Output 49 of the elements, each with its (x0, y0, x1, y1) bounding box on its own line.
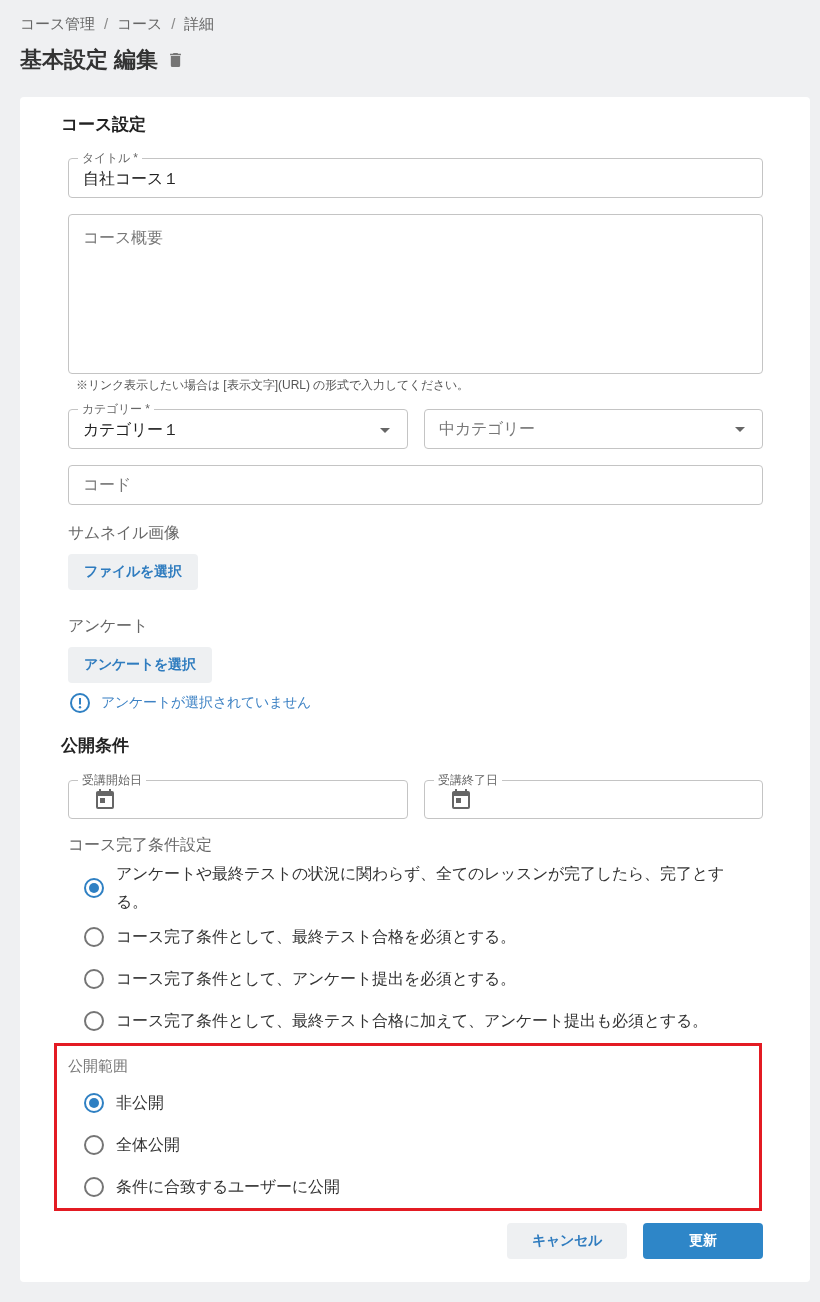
category-select[interactable]: カテゴリー * カテゴリー１ (68, 403, 408, 449)
notice-text: アンケートが選択されていません (101, 694, 311, 712)
breadcrumb-link[interactable]: コース管理 (20, 12, 95, 36)
date-field[interactable]: 受講開始日 (68, 774, 408, 819)
field-label: 公開範囲 (68, 1056, 128, 1076)
breadcrumb-separator: / (171, 14, 176, 34)
code-field[interactable]: コード (68, 465, 763, 505)
radio-button[interactable] (84, 1177, 104, 1197)
option-label: コース完了条件として、アンケート提出を必須とする。 (116, 969, 516, 989)
option-label: コース完了条件として、最終テスト合格を必須とする。 (116, 927, 516, 947)
subcategory-select[interactable]: 中カテゴリー (423, 409, 763, 449)
file-select-button[interactable]: ファイルを選択 (68, 554, 198, 590)
title-field[interactable]: タイトル * 自社コース１ (68, 152, 763, 198)
option-label: 条件に合致するユーザーに公開 (116, 1177, 340, 1197)
option-label: 非公開 (116, 1093, 164, 1113)
radio-button[interactable] (84, 1135, 104, 1155)
hint-text: ※リンク表示したい場合は [表示文字](URL) の形式で入力してください。 (75, 377, 471, 393)
calendar-icon[interactable] (451, 789, 470, 809)
secondary-button[interactable]: キャンセル (507, 1223, 627, 1259)
option-label: 全体公開 (116, 1135, 180, 1155)
radio-button[interactable] (84, 1011, 104, 1031)
breadcrumb-separator: / (104, 14, 109, 34)
radio-button[interactable] (84, 927, 104, 947)
field-label: サムネイル画像 (68, 523, 180, 543)
breadcrumb-link[interactable]: 詳細 (184, 12, 215, 36)
radio-button[interactable] (84, 878, 104, 898)
trash-icon[interactable] (170, 53, 182, 67)
option-label: コース完了条件として、最終テスト合格に加えて、アンケート提出も必須とする。 (116, 1011, 708, 1031)
summary-field[interactable]: コース概要 (68, 214, 763, 374)
field-label: アンケート (68, 616, 148, 636)
field-label: カテゴリー * (81, 403, 151, 415)
option-label: アンケートや最終テストの状況に関わらず、全てのレッスンが完了したら、完了とする。 (116, 864, 725, 912)
page-title: 基本設定 編集 (20, 46, 159, 74)
section-heading: 公開条件 (61, 735, 130, 757)
primary-button[interactable]: 更新 (643, 1223, 763, 1259)
radio-button[interactable] (84, 969, 104, 989)
date-field[interactable]: 受講終了日 (423, 774, 763, 819)
section-heading: コース設定 (61, 114, 147, 136)
caret-icon (735, 426, 745, 432)
calendar-icon[interactable] (96, 789, 114, 809)
survey-select-button[interactable]: アンケートを選択 (68, 647, 212, 683)
exclamation-icon (70, 693, 90, 713)
field-label: コース完了条件設定 (68, 835, 212, 855)
breadcrumb-link[interactable]: コース (117, 12, 163, 36)
field-label: タイトル * (81, 152, 139, 164)
field-label: 受講開始日 (81, 774, 143, 786)
field-label: 受講終了日 (436, 774, 499, 786)
radio-button[interactable] (84, 1093, 104, 1113)
caret-icon (379, 427, 390, 433)
